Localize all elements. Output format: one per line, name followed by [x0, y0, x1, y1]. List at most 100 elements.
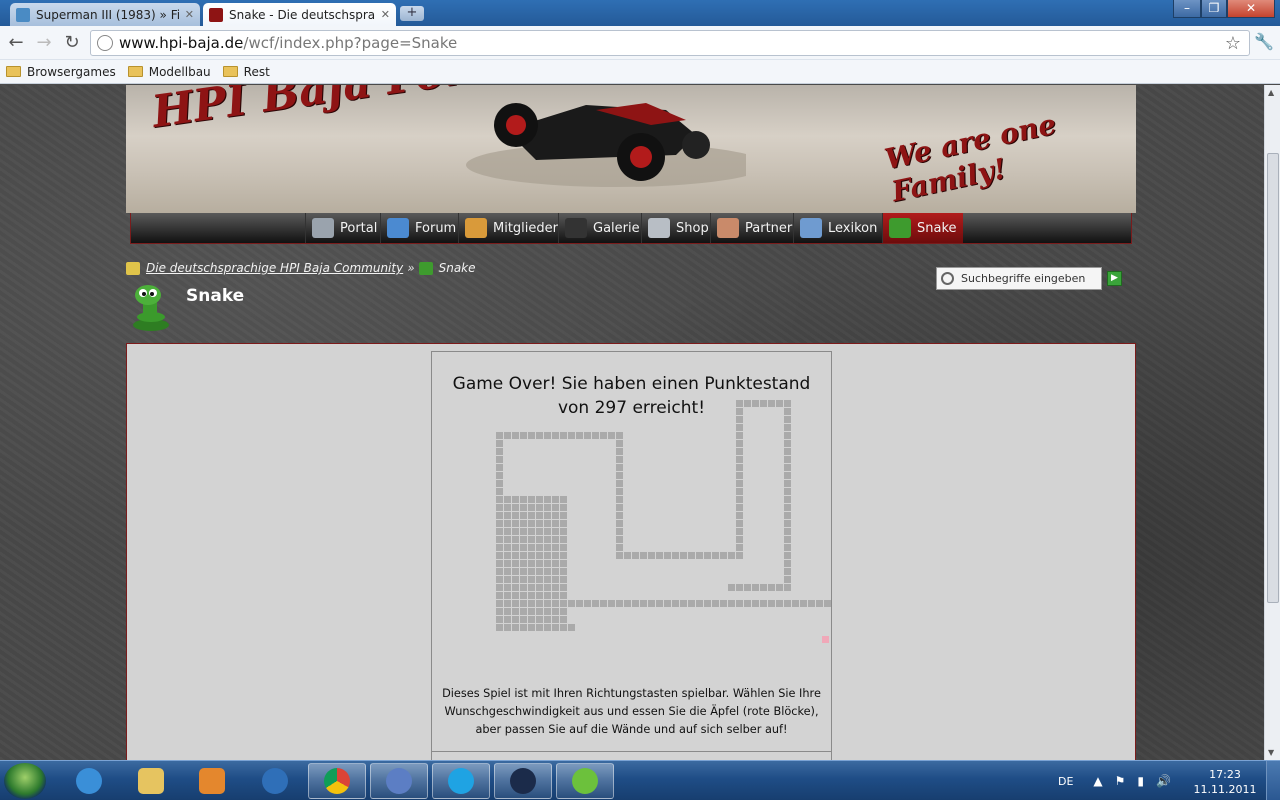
snake-segment	[528, 592, 535, 599]
nav-item-mitglieder[interactable]: Mitglieder	[458, 213, 564, 243]
snake-segment	[736, 528, 743, 535]
show-hidden-icons-icon[interactable]: ▲	[1093, 774, 1102, 788]
snake-segment	[520, 616, 527, 623]
new-tab-button[interactable]: +	[400, 6, 424, 21]
taskbar-skype[interactable]	[432, 763, 490, 799]
snake-segment	[720, 552, 727, 559]
snake-segment	[496, 448, 503, 455]
snake-segment	[616, 520, 623, 527]
snake-segment	[552, 600, 559, 607]
snake-segment	[528, 616, 535, 623]
bookmark-folder-rest[interactable]: Rest	[222, 65, 270, 79]
search-placeholder: Suchbegriffe eingeben	[961, 272, 1086, 285]
snake-segment	[536, 568, 543, 575]
forum-banner[interactable]: HPI Baja Forum We are one Family!	[126, 85, 1136, 213]
taskbar-media-player[interactable]	[183, 763, 241, 799]
network-icon[interactable]: ▮	[1137, 774, 1144, 788]
show-desktop-button[interactable]	[1266, 761, 1280, 800]
snake-segment	[560, 560, 567, 567]
tab-superman[interactable]: Superman III (1983) » Film » ✕	[10, 3, 200, 26]
snake-segment	[560, 504, 567, 511]
reload-button[interactable]: ↻	[61, 32, 83, 54]
snake-game-box[interactable]: Game Over! Sie haben einen Punktestand v…	[431, 351, 832, 760]
scroll-up-arrow-icon[interactable]: ▲	[1268, 88, 1274, 97]
snake-segment	[600, 600, 607, 607]
search-submit-button[interactable]: ▶	[1107, 271, 1122, 286]
snake-segment	[544, 608, 551, 615]
snake-segment	[784, 584, 791, 591]
wrench-menu-icon[interactable]: 🔧	[1254, 32, 1274, 51]
snake-segment	[504, 560, 511, 567]
bookmark-folder-browsergames[interactable]: Browsergames	[6, 65, 116, 79]
snake-segment	[528, 528, 535, 535]
search-input[interactable]: Suchbegriffe eingeben	[936, 267, 1102, 290]
volume-icon[interactable]: 🔊	[1156, 774, 1171, 788]
snake-segment	[688, 600, 695, 607]
snake-segment	[560, 544, 567, 551]
back-button[interactable]: ←	[5, 32, 27, 54]
scroll-down-arrow-icon[interactable]: ▼	[1268, 748, 1274, 757]
scrollbar-thumb[interactable]	[1267, 153, 1279, 603]
snake-segment	[728, 600, 735, 607]
snake-segment	[728, 552, 735, 559]
bookmarks-bar: Browsergames Modellbau Rest	[0, 60, 1280, 84]
close-window-button[interactable]: ✕	[1227, 0, 1275, 18]
snake-segment	[680, 552, 687, 559]
snake-segment	[544, 560, 551, 567]
taskbar-thunderbird[interactable]	[370, 763, 428, 799]
nav-item-shop[interactable]: Shop	[641, 213, 715, 243]
snake-segment	[736, 504, 743, 511]
forum-slogan: We are one Family!	[881, 107, 1059, 209]
snake-segment	[520, 560, 527, 567]
taskbar-explorer[interactable]	[122, 763, 180, 799]
taskbar-chrome[interactable]	[308, 763, 366, 799]
game-over-line-2: von 297 erreicht!	[557, 398, 706, 418]
snake-segment	[496, 528, 503, 535]
maximize-button[interactable]: ❐	[1201, 0, 1227, 18]
snake-segment	[784, 496, 791, 503]
snake-segment	[616, 456, 623, 463]
snake-segment	[784, 464, 791, 471]
action-center-flag-icon[interactable]: ⚑	[1115, 774, 1126, 788]
snake-segment	[624, 600, 631, 607]
vertical-scrollbar[interactable]: ▲ ▼	[1264, 85, 1280, 760]
snake-segment	[672, 552, 679, 559]
snake-segment	[616, 488, 623, 495]
snake-segment	[512, 432, 519, 439]
snake-segment	[664, 552, 671, 559]
nav-item-snake[interactable]: Snake	[882, 213, 963, 243]
nav-item-forum[interactable]: Forum	[380, 213, 462, 243]
snake-segment	[528, 608, 535, 615]
snake-segment	[528, 552, 535, 559]
thunderbird-icon	[386, 768, 412, 794]
language-indicator[interactable]: DE	[1058, 775, 1073, 788]
breadcrumb-home-link[interactable]: Die deutschsprachige HPI Baja Community	[146, 261, 403, 275]
address-bar[interactable]: www.hpi-baja.de/wcf/index.php?page=Snake…	[90, 30, 1250, 56]
nav-item-galerie[interactable]: Galerie	[558, 213, 646, 243]
taskbar-icq[interactable]	[556, 763, 614, 799]
start-button[interactable]	[4, 763, 46, 799]
clock[interactable]: 17:23 11.11.2011	[1190, 767, 1260, 797]
minimize-button[interactable]: –	[1173, 0, 1201, 18]
snake-segment	[504, 544, 511, 551]
bookmark-folder-modellbau[interactable]: Modellbau	[127, 65, 211, 79]
snake-segment	[616, 528, 623, 535]
nav-item-portal[interactable]: Portal	[305, 213, 383, 243]
snake-segment	[536, 624, 543, 631]
nav-item-lexikon[interactable]: Lexikon	[793, 213, 883, 243]
nav-item-partner[interactable]: Partner	[710, 213, 798, 243]
snake-segment	[536, 504, 543, 511]
bookmark-star-icon[interactable]: ☆	[1225, 33, 1241, 54]
taskbar-google-earth[interactable]	[246, 763, 304, 799]
taskbar-audio-app[interactable]	[494, 763, 552, 799]
snake-segment	[712, 552, 719, 559]
taskbar-internet-explorer[interactable]	[60, 763, 118, 799]
snake-segment	[696, 552, 703, 559]
close-tab-icon[interactable]: ✕	[381, 8, 390, 21]
tab-snake[interactable]: Snake - Die deutschsprachige ✕	[203, 3, 396, 26]
snake-segment	[496, 464, 503, 471]
snake-segment	[496, 600, 503, 607]
close-tab-icon[interactable]: ✕	[185, 8, 194, 21]
shop-icon	[648, 218, 670, 238]
forward-button[interactable]: →	[33, 32, 55, 54]
